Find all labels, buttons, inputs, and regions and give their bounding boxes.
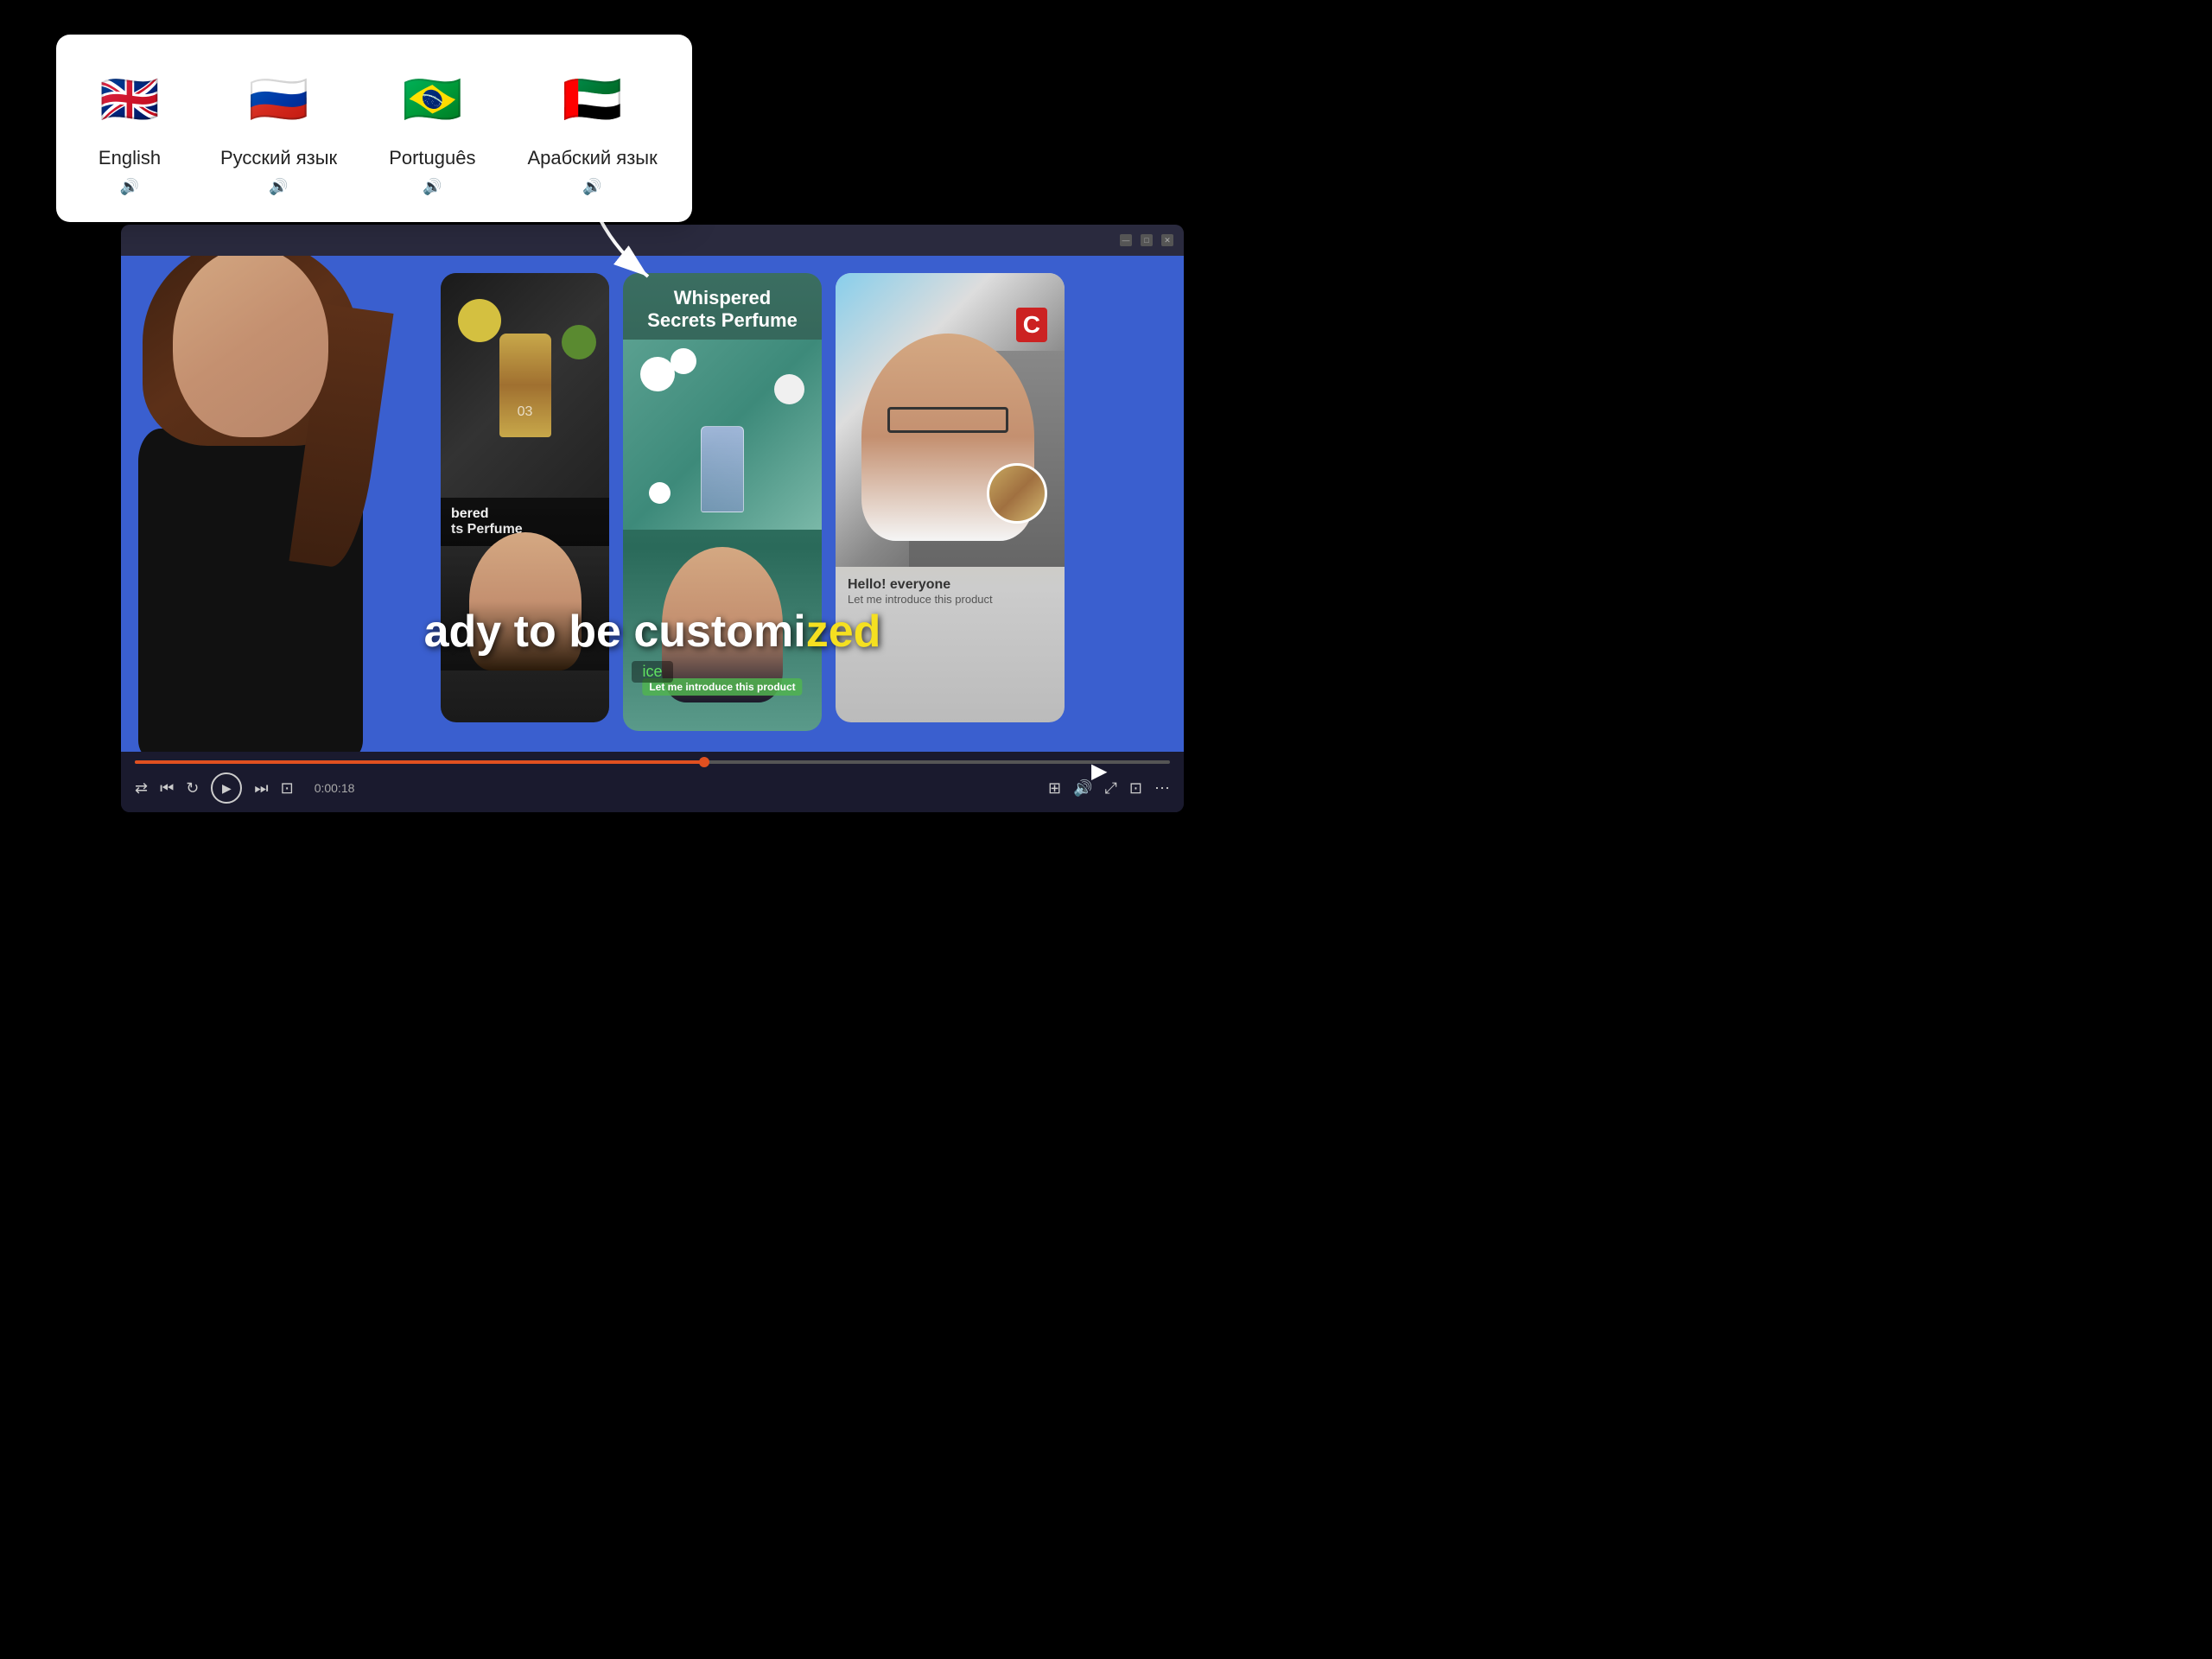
card3-hello-text: Hello! everyone: [848, 577, 1052, 593]
screen-button[interactable]: ⊞: [1048, 779, 1061, 798]
subtitle-prefix: ady to be customi: [424, 607, 806, 657]
controls-right: ⊞ 🔊 ⤢ ⊡ ⋯: [1048, 779, 1170, 798]
card3-glasses: [887, 407, 1008, 433]
flag-portuguese: 🇧🇷: [393, 60, 471, 138]
flower-1: [640, 357, 675, 391]
shuffle-button[interactable]: ⇄: [135, 779, 148, 798]
card3-subtitle-text: Let me introduce this product: [848, 593, 1052, 606]
lang-item-english[interactable]: 🇬🇧 English 🔊: [91, 60, 168, 196]
progress-fill: [135, 760, 704, 764]
video-controls-bar: ⇄ ⏮ ↻ ▶ ⏭ ⊡ 0:00:18 ⊞ 🔊 ⤢ ⊡ ⋯: [121, 752, 1184, 812]
woman-body: [138, 429, 363, 752]
card1-perfume-area: [441, 273, 609, 498]
perfume-bottle-1: [499, 334, 551, 437]
card3-red-sign: C: [1016, 308, 1047, 342]
flower-2: [671, 348, 696, 374]
close-button[interactable]: ✕: [1161, 234, 1173, 246]
play-button[interactable]: ▶: [211, 772, 242, 804]
lang-item-portuguese[interactable]: 🇧🇷 Português 🔊: [389, 60, 475, 196]
lemon-decoration-1: [458, 299, 501, 342]
progress-bar[interactable]: [135, 760, 1170, 764]
flag-english: 🇬🇧: [91, 60, 168, 138]
subtitle-main-text: ady to be customized: [121, 606, 1184, 658]
lang-name-russian: Русский язык: [220, 147, 337, 169]
card3-mini-perfume: [987, 463, 1047, 524]
minimize-button[interactable]: —: [1120, 234, 1132, 246]
audio-icon-russian[interactable]: 🔊: [269, 178, 288, 196]
cast-button[interactable]: ⊡: [1129, 779, 1142, 798]
restore-button[interactable]: □: [1141, 234, 1153, 246]
lang-name-portuguese: Português: [389, 147, 475, 169]
woman-hair: [143, 256, 359, 446]
lime-decoration: [562, 325, 596, 359]
video-subtitle-overlay: ady to be customized ice: [121, 606, 1184, 683]
controls-row: ⇄ ⏮ ↻ ▶ ⏭ ⊡ 0:00:18 ⊞ 🔊 ⤢ ⊡ ⋯: [135, 772, 1170, 804]
card2-perfume-bottle: [701, 426, 744, 512]
video-player-window: — □ ✕ beredts Perfume: [121, 225, 1184, 812]
lang-item-russian[interactable]: 🇷🇺 Русский язык 🔊: [220, 60, 337, 196]
audio-icon-english[interactable]: 🔊: [120, 178, 139, 196]
controls-left: ⇄ ⏮ ↻ ▶ ⏭ ⊡ 0:00:18: [135, 772, 354, 804]
woman-head: [173, 256, 328, 437]
prev-button[interactable]: ⏮: [160, 779, 174, 798]
audio-icon-portuguese[interactable]: 🔊: [423, 178, 442, 196]
fullscreen-button[interactable]: ⤢: [1105, 779, 1117, 798]
lang-name-arabic: Арабский язык: [527, 147, 657, 169]
video-content-area: beredts Perfume WhisperedSecrets Perfume: [121, 256, 1184, 752]
next-button[interactable]: ⏭: [254, 779, 268, 798]
flower-3: [774, 374, 804, 404]
more-button[interactable]: ⋯: [1154, 779, 1170, 798]
flag-arabic: 🇦🇪: [554, 60, 632, 138]
flower-4: [649, 482, 671, 504]
subtitle-yellow-text: zed: [806, 607, 881, 657]
lang-item-arabic[interactable]: 🇦🇪 Арабский язык 🔊: [527, 60, 657, 196]
subtitle-button[interactable]: ⊡: [281, 779, 294, 798]
lang-name-english: English: [99, 147, 161, 169]
language-selector-popup: 🇬🇧 English 🔊 🇷🇺 Русский язык 🔊 🇧🇷 Portug…: [56, 35, 692, 222]
audio-icon-arabic[interactable]: 🔊: [582, 178, 601, 196]
subtitle-sub-text: ice: [632, 661, 672, 683]
card2-flowers-area: [623, 340, 822, 530]
time-display: 0:00:18: [315, 781, 355, 795]
volume-button[interactable]: 🔊: [1073, 779, 1092, 798]
progress-dot: [699, 757, 709, 767]
flag-russian: 🇷🇺: [240, 60, 318, 138]
card3-outdoor-bg: C: [836, 273, 1065, 567]
loop-button[interactable]: ↻: [186, 779, 199, 798]
